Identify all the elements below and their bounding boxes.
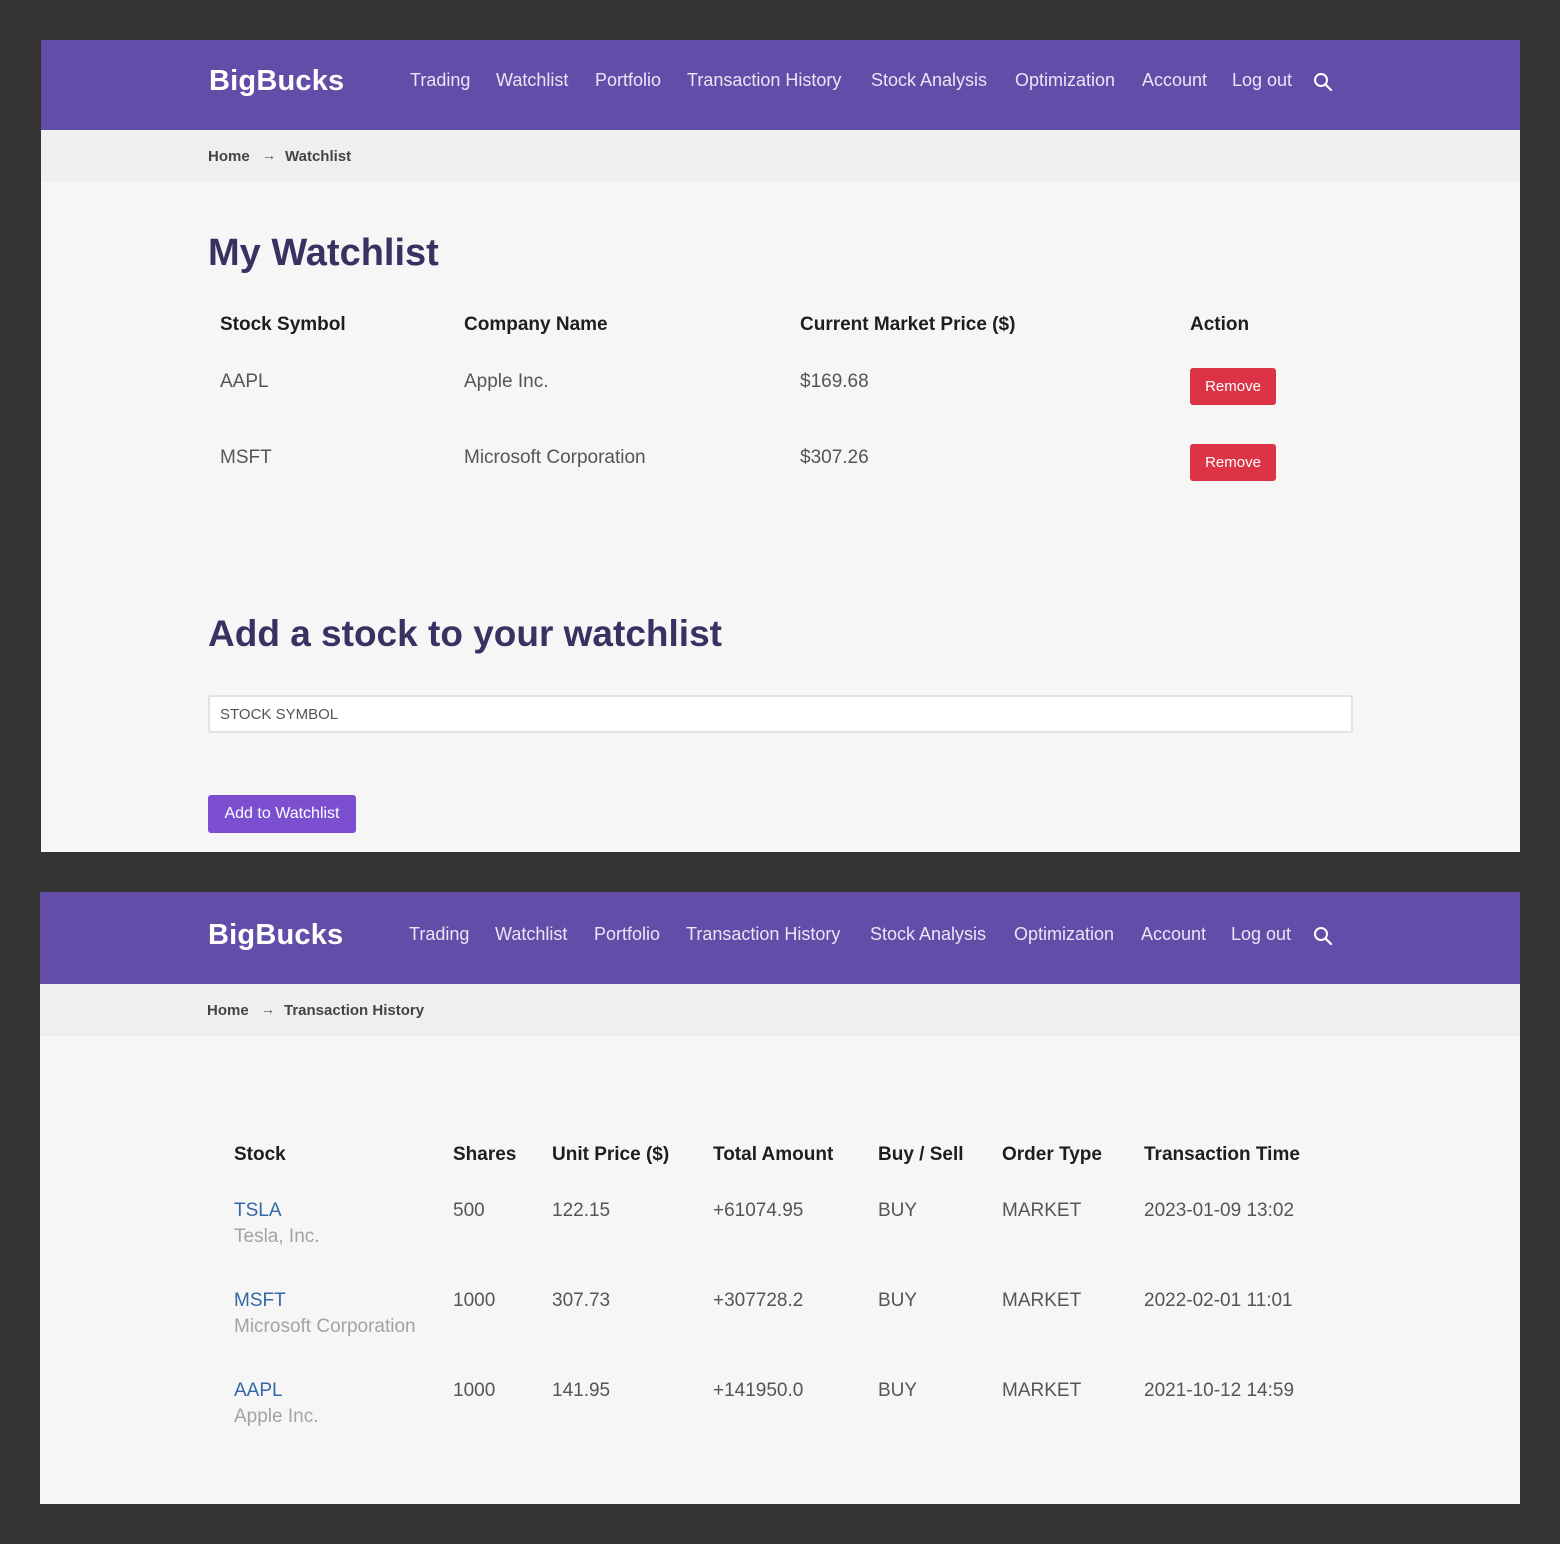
- col-header-symbol: Stock Symbol: [220, 314, 346, 335]
- top-navbar: BigBucks Trading Watchlist Portfolio Tra…: [41, 40, 1520, 130]
- cell-price: $307.26: [800, 447, 869, 468]
- nav-portfolio[interactable]: Portfolio: [595, 70, 661, 91]
- cell-side: BUY: [878, 1380, 918, 1401]
- breadcrumb-home[interactable]: Home: [208, 148, 250, 165]
- cell-transaction-time: 2021-10-12 14:59: [1144, 1380, 1295, 1401]
- nav-watchlist[interactable]: Watchlist: [496, 70, 568, 91]
- remove-button[interactable]: Remove: [1190, 444, 1276, 481]
- nav-optimization[interactable]: Optimization: [1014, 924, 1114, 945]
- nav-trading[interactable]: Trading: [409, 924, 469, 945]
- col-header-unit-price: Unit Price ($): [552, 1144, 670, 1165]
- cell-order-type: MARKET: [1002, 1290, 1082, 1311]
- nav-transaction-history[interactable]: Transaction History: [687, 70, 841, 91]
- search-icon[interactable]: [1313, 72, 1333, 92]
- col-header-company: Company Name: [464, 314, 608, 335]
- cell-symbol: MSFT: [220, 447, 272, 468]
- col-header-transaction-time: Transaction Time: [1144, 1144, 1300, 1165]
- nav-stock-analysis[interactable]: Stock Analysis: [871, 70, 987, 91]
- stock-company-name: Tesla, Inc.: [234, 1226, 320, 1247]
- cell-unit-price: 307.73: [552, 1290, 611, 1311]
- breadcrumb-current: Watchlist: [285, 148, 352, 165]
- breadcrumb-arrow-icon: →: [262, 147, 276, 163]
- cell-shares: 1000: [453, 1290, 496, 1311]
- cell-transaction-time: 2022-02-01 11:01: [1144, 1290, 1293, 1311]
- nav-transaction-history[interactable]: Transaction History: [686, 924, 840, 945]
- breadcrumb-arrow-icon: →: [261, 1001, 275, 1017]
- nav-optimization[interactable]: Optimization: [1015, 70, 1115, 91]
- cell-symbol: AAPL: [220, 371, 269, 392]
- col-header-shares: Shares: [453, 1144, 517, 1165]
- cell-unit-price: 141.95: [552, 1380, 611, 1401]
- remove-button[interactable]: Remove: [1190, 368, 1276, 405]
- nav-watchlist[interactable]: Watchlist: [495, 924, 567, 945]
- cell-total-amount: +61074.95: [713, 1200, 804, 1221]
- add-to-watchlist-button[interactable]: Add to Watchlist: [208, 795, 356, 833]
- col-header-buy-sell: Buy / Sell: [878, 1144, 964, 1165]
- transaction-history-screen: BigBucks Trading Watchlist Portfolio Tra…: [40, 892, 1520, 1504]
- stock-symbol-link[interactable]: TSLA: [234, 1200, 282, 1222]
- breadcrumb-home[interactable]: Home: [207, 1002, 249, 1019]
- watchlist-screen: BigBucks Trading Watchlist Portfolio Tra…: [41, 40, 1520, 852]
- col-header-action: Action: [1190, 314, 1250, 335]
- cell-total-amount: +307728.2: [713, 1290, 804, 1311]
- nav-account[interactable]: Account: [1141, 924, 1206, 945]
- stock-symbol-link[interactable]: AAPL: [234, 1380, 283, 1402]
- cell-transaction-time: 2023-01-09 13:02: [1144, 1200, 1295, 1221]
- breadcrumb: Home → Watchlist: [41, 130, 1520, 182]
- search-icon[interactable]: [1313, 926, 1333, 946]
- add-stock-heading: Add a stock to your watchlist: [208, 613, 722, 654]
- brand-logo[interactable]: BigBucks: [208, 919, 343, 952]
- cell-total-amount: +141950.0: [713, 1380, 804, 1401]
- stock-symbol-link[interactable]: MSFT: [234, 1290, 286, 1312]
- cell-order-type: MARKET: [1002, 1380, 1082, 1401]
- breadcrumb: Home → Transaction History: [40, 984, 1520, 1036]
- col-header-price: Current Market Price ($): [800, 314, 1016, 335]
- brand-logo[interactable]: BigBucks: [209, 65, 344, 98]
- cell-side: BUY: [878, 1290, 918, 1311]
- col-header-stock: Stock: [234, 1144, 286, 1165]
- top-navbar: BigBucks Trading Watchlist Portfolio Tra…: [40, 892, 1520, 984]
- stock-symbol-input[interactable]: [208, 695, 1353, 733]
- nav-stock-analysis[interactable]: Stock Analysis: [870, 924, 986, 945]
- cell-unit-price: 122.15: [552, 1200, 611, 1221]
- nav-account[interactable]: Account: [1142, 70, 1207, 91]
- cell-company: Microsoft Corporation: [464, 447, 646, 468]
- col-header-total-amount: Total Amount: [713, 1144, 834, 1165]
- cell-side: BUY: [878, 1200, 918, 1221]
- stock-company-name: Apple Inc.: [234, 1406, 319, 1427]
- nav-log-out[interactable]: Log out: [1232, 70, 1292, 91]
- cell-company: Apple Inc.: [464, 371, 549, 392]
- cell-shares: 1000: [453, 1380, 496, 1401]
- breadcrumb-current: Transaction History: [284, 1002, 425, 1019]
- nav-log-out[interactable]: Log out: [1231, 924, 1291, 945]
- cell-order-type: MARKET: [1002, 1200, 1082, 1221]
- page-title: My Watchlist: [208, 232, 439, 274]
- cell-price: $169.68: [800, 371, 869, 392]
- nav-trading[interactable]: Trading: [410, 70, 470, 91]
- cell-shares: 500: [453, 1200, 485, 1221]
- stock-company-name: Microsoft Corporation: [234, 1316, 416, 1337]
- nav-portfolio[interactable]: Portfolio: [594, 924, 660, 945]
- col-header-order-type: Order Type: [1002, 1144, 1102, 1165]
